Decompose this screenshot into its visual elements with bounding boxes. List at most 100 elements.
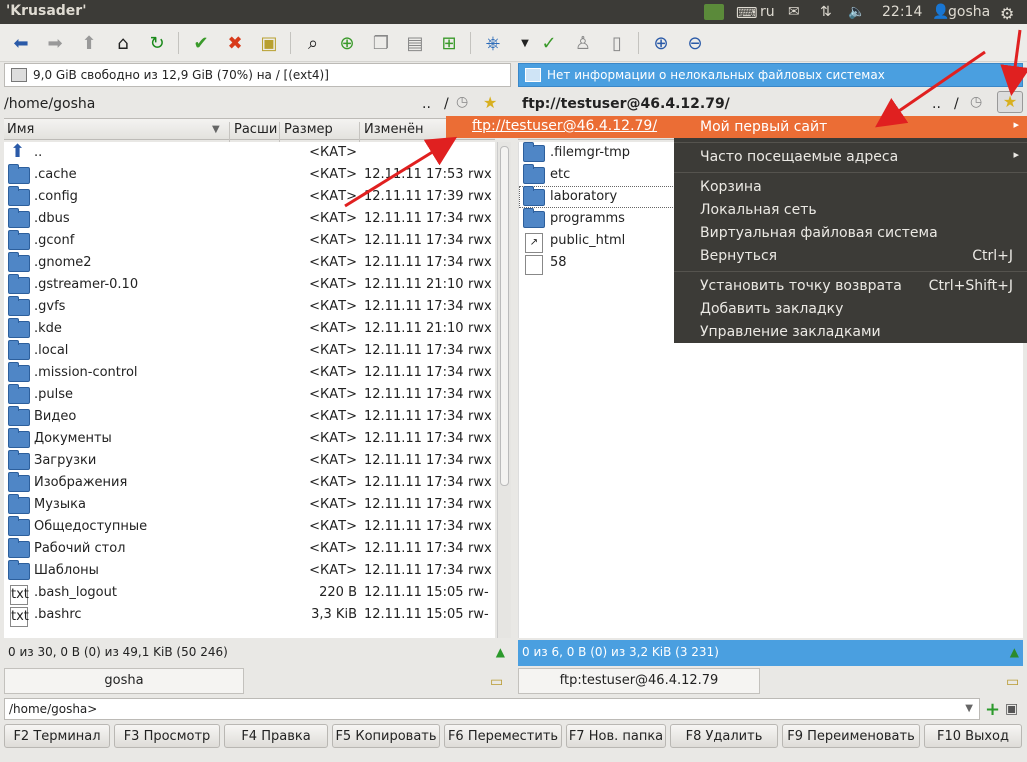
new-folder-icon[interactable]: ⊞ xyxy=(436,30,462,56)
left-scrollbar-thumb[interactable] xyxy=(500,146,509,486)
select-icon[interactable]: ✔ xyxy=(188,30,214,56)
left-root-button[interactable]: / xyxy=(444,96,449,112)
left-path[interactable]: /home/gosha xyxy=(4,96,95,112)
up-icon[interactable]: ⬆ xyxy=(76,30,102,56)
add-icon[interactable]: + xyxy=(985,699,1000,720)
bookmark-ftp-item[interactable]: ftp://testuser@46.4.12.79/ xyxy=(446,116,674,138)
table-row[interactable]: Музыка <КАТ> 12.11.11 17:34 rwx xyxy=(4,494,495,516)
bookmark-menu-item[interactable]: Добавить закладку xyxy=(674,298,1027,320)
left-file-list[interactable]: ⬆.. <КАТ> .cache <КАТ> 12.11.11 17:53 rwx .con… xyxy=(4,142,495,638)
triangle-up-icon[interactable]: ▲ xyxy=(1010,645,1019,659)
table-row[interactable]: .gstreamer-0.10 <КАТ> 12.11.11 21:10 rwx xyxy=(4,274,495,296)
column-modified[interactable]: Изменён xyxy=(364,122,423,137)
bookmark-menu-item[interactable]: Локальная сеть xyxy=(674,199,1027,221)
fkey-f6-button[interactable]: F6 Переместить xyxy=(444,724,562,748)
table-row[interactable]: Шаблоны <КАТ> 12.11.11 17:34 rwx xyxy=(4,560,495,582)
unselect-icon[interactable]: ✖ xyxy=(222,30,248,56)
bookmark-menu-item[interactable]: Виртуальная файловая система xyxy=(674,222,1027,244)
table-row[interactable]: .local <КАТ> 12.11.11 17:34 rwx xyxy=(4,340,495,362)
compare-icon[interactable]: ✓ xyxy=(536,30,562,56)
right-root-button[interactable]: / xyxy=(954,96,959,112)
user-profile-icon[interactable]: ♙ xyxy=(570,30,596,56)
left-scrollbar[interactable] xyxy=(497,142,511,638)
history-icon[interactable]: ◷ xyxy=(456,94,468,110)
table-row[interactable]: Видео <КАТ> 12.11.11 17:34 rwx xyxy=(4,406,495,428)
table-row[interactable]: Документы <КАТ> 12.11.11 17:34 rwx xyxy=(4,428,495,450)
fkey-f2-button[interactable]: F2 Терминал xyxy=(4,724,110,748)
bookmark-menu-item[interactable]: Установить точку возврата Ctrl+Shift+J xyxy=(674,275,1027,297)
table-row[interactable]: txt .bash_logout 220 B 12.11.11 15:05 rw- xyxy=(4,582,495,605)
volume-icon[interactable]: 🔈 xyxy=(848,4,865,20)
bookmark-menu-item[interactable]: Мой первый сайт ▸ xyxy=(674,116,1027,138)
fkey-f7-button[interactable]: F7 Нов. папка xyxy=(566,724,666,748)
clipboard-icon[interactable]: ▯ xyxy=(604,30,630,56)
mail-icon[interactable]: ✉ xyxy=(788,4,800,20)
right-parent-button[interactable]: .. xyxy=(932,96,941,112)
forward-icon[interactable]: ➡ xyxy=(42,30,68,56)
sort-down-icon[interactable]: ▼ xyxy=(212,124,220,135)
keyboard-layout[interactable]: ru xyxy=(760,4,775,20)
fkey-f10-button[interactable]: F10 Выход xyxy=(924,724,1022,748)
left-parent-button[interactable]: .. xyxy=(422,96,431,112)
back-icon[interactable]: ⬅ xyxy=(8,30,34,56)
right-path-bar[interactable]: ftp://testuser@46.4.12.79/ .. / ◷ ★ xyxy=(522,91,1025,117)
table-row[interactable]: Рабочий стол <КАТ> 12.11.11 17:34 rwx xyxy=(4,538,495,560)
terminal-icon[interactable]: ▣ xyxy=(1005,701,1018,717)
network-connect-icon[interactable]: ⎈ xyxy=(480,30,506,56)
search-binoculars-icon[interactable]: ⌕ xyxy=(300,30,326,56)
new-tab-icon[interactable]: ▭ xyxy=(1006,674,1019,690)
fkey-f4-button[interactable]: F4 Правка xyxy=(224,724,328,748)
copy-icon[interactable]: ❐ xyxy=(368,30,394,56)
table-row[interactable]: .kde <КАТ> 12.11.11 21:10 rwx xyxy=(4,318,495,340)
bookmark-menu-item[interactable]: Часто посещаемые адреса ▸ xyxy=(674,146,1027,168)
history-icon[interactable]: ◷ xyxy=(970,94,982,110)
home-icon[interactable]: ⌂ xyxy=(110,30,136,56)
table-row[interactable]: ⬆.. <КАТ> xyxy=(4,142,495,164)
left-tab[interactable]: gosha xyxy=(4,668,244,694)
user-name[interactable]: gosha xyxy=(948,4,990,20)
table-row[interactable]: Изображения <КАТ> 12.11.11 17:34 rwx xyxy=(4,472,495,494)
keyboard-icon[interactable]: ⌨ xyxy=(736,4,758,22)
new-tab-icon[interactable]: ▭ xyxy=(490,674,503,690)
table-row[interactable]: .gconf <КАТ> 12.11.11 17:34 rwx xyxy=(4,230,495,252)
bookmarks-star-icon[interactable]: ★ xyxy=(997,91,1023,113)
chevron-down-icon[interactable]: ▼ xyxy=(512,30,538,56)
fkey-f8-button[interactable]: F8 Удалить xyxy=(670,724,778,748)
table-row[interactable]: .dbus <КАТ> 12.11.11 17:34 rwx xyxy=(4,208,495,230)
table-row[interactable]: txt .bashrc 3,3 KiB 12.11.11 15:05 rw- xyxy=(4,604,495,627)
chevron-down-icon[interactable]: ▼ xyxy=(965,703,973,714)
table-row[interactable]: Загрузки <КАТ> 12.11.11 17:34 rwx xyxy=(4,450,495,472)
fkey-f5-button[interactable]: F5 Копировать xyxy=(332,724,440,748)
right-path[interactable]: ftp://testuser@46.4.12.79/ xyxy=(522,96,730,112)
table-row[interactable]: .gvfs <КАТ> 12.11.11 17:34 rwx xyxy=(4,296,495,318)
clock[interactable]: 22:14 xyxy=(882,4,922,20)
command-line[interactable]: /home/gosha> ▼ xyxy=(4,698,980,720)
bookmark-menu-item[interactable]: Управление закладками xyxy=(674,321,1027,343)
table-row[interactable]: .config <КАТ> 12.11.11 17:39 rwx xyxy=(4,186,495,208)
right-tab[interactable]: ftp:testuser@46.4.12.79 xyxy=(518,668,760,694)
table-row[interactable]: .gnome2 <КАТ> 12.11.11 17:34 rwx xyxy=(4,252,495,274)
invert-selection-icon[interactable]: ▣ xyxy=(256,30,282,56)
battery-icon[interactable] xyxy=(704,4,724,20)
network-icon[interactable]: ⇅ xyxy=(820,4,832,20)
zoom-out-icon[interactable]: ⊖ xyxy=(682,30,708,56)
column-name[interactable]: Имя xyxy=(7,122,34,137)
left-path-bar[interactable]: /home/gosha .. / ◷ ★ xyxy=(4,91,511,117)
column-ext[interactable]: Расши xyxy=(234,122,278,137)
fkey-f9-button[interactable]: F9 Переименовать xyxy=(782,724,920,748)
new-file-icon[interactable]: ⊕ xyxy=(334,30,360,56)
paste-icon[interactable]: ▤ xyxy=(402,30,428,56)
table-row[interactable]: .pulse <КАТ> 12.11.11 17:34 rwx xyxy=(4,384,495,406)
table-row[interactable]: Общедоступные <КАТ> 12.11.11 17:34 rwx xyxy=(4,516,495,538)
bookmark-menu-item[interactable]: Вернуться Ctrl+J xyxy=(674,245,1027,267)
gear-icon[interactable]: ⚙ xyxy=(1000,4,1014,23)
table-row[interactable]: .mission-control <КАТ> 12.11.11 17:34 rwx xyxy=(4,362,495,384)
refresh-icon[interactable]: ↻ xyxy=(144,30,170,56)
zoom-in-icon[interactable]: ⊕ xyxy=(648,30,674,56)
triangle-up-icon[interactable]: ▲ xyxy=(496,645,505,659)
bookmark-menu-item[interactable]: Корзина xyxy=(674,176,1027,198)
table-row[interactable]: .cache <КАТ> 12.11.11 17:53 rwx xyxy=(4,164,495,186)
column-size[interactable]: Размер xyxy=(284,122,333,137)
fkey-f3-button[interactable]: F3 Просмотр xyxy=(114,724,220,748)
bookmarks-star-icon[interactable]: ★ xyxy=(483,93,497,112)
